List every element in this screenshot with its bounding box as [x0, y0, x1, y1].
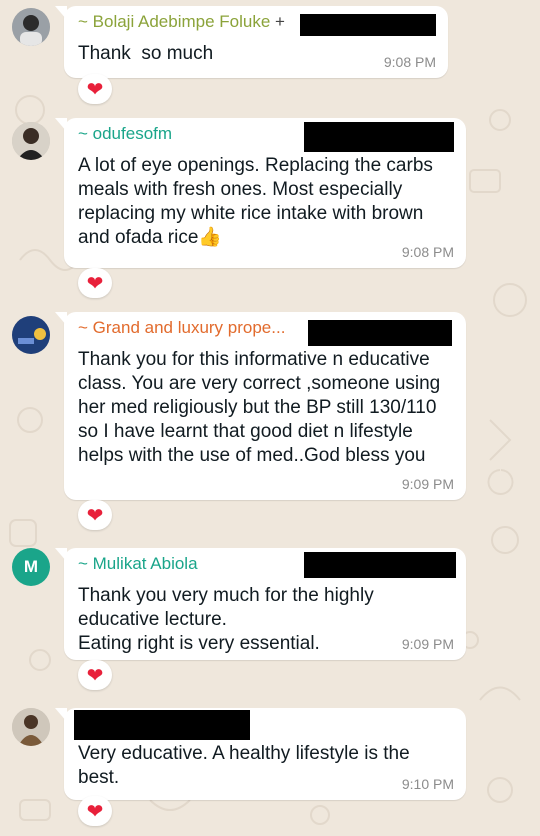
sender-avatar[interactable]: M	[12, 548, 50, 586]
message-item[interactable]: ~ odufesofm A lot of eye openings. Repla…	[0, 110, 540, 300]
sender-name[interactable]: ~ Mulikat Abiola	[78, 554, 198, 574]
message-timestamp: 9:10 PM	[401, 776, 454, 792]
heart-icon: ❤	[86, 504, 104, 527]
message-text: Thank you very much for the highly educa…	[78, 585, 374, 654]
heart-reaction[interactable]: ❤	[78, 74, 112, 104]
redacted-phone-number	[304, 552, 456, 578]
heart-icon: ❤	[86, 272, 104, 295]
heart-reaction[interactable]: ❤	[78, 500, 112, 530]
heart-reaction[interactable]: ❤	[78, 796, 112, 826]
heart-icon: ❤	[86, 800, 104, 823]
message-timestamp: 9:09 PM	[401, 636, 454, 652]
message-text: Very educative. A healthy lifestyle is t…	[78, 743, 415, 788]
message-item[interactable]: ~ Bolaji Adebimpe Foluke + Thank so much…	[0, 0, 540, 110]
redacted-phone-number	[308, 320, 452, 346]
message-item[interactable]: M ~ Mulikat Abiola Thank you very much f…	[0, 540, 540, 694]
redacted-phone-number	[300, 14, 436, 36]
redacted-sender-name	[74, 710, 250, 740]
redacted-phone-number	[304, 122, 454, 152]
message-bubble[interactable]: ~ Bolaji Adebimpe Foluke + Thank so much…	[55, 6, 448, 78]
message-bubble[interactable]: Very educative. A healthy lifestyle is t…	[55, 708, 466, 800]
sender-avatar[interactable]	[12, 708, 50, 746]
message-timestamp: 9:09 PM	[401, 476, 454, 492]
sender-name[interactable]: ~ odufesofm	[78, 124, 172, 144]
message-item[interactable]: ~ Grand and luxury prope... Thank you fo…	[0, 306, 540, 536]
sender-avatar[interactable]	[12, 122, 50, 160]
message-text: A lot of eye openings. Replacing the car…	[78, 155, 439, 248]
sender-avatar[interactable]	[12, 8, 50, 46]
heart-icon: ❤	[86, 664, 104, 687]
message-bubble[interactable]: ~ Grand and luxury prope... Thank you fo…	[55, 312, 466, 500]
heart-reaction[interactable]: ❤	[78, 660, 112, 690]
message-timestamp: 9:08 PM	[383, 54, 436, 70]
sender-avatar[interactable]	[12, 316, 50, 354]
heart-icon: ❤	[86, 78, 104, 101]
message-text: Thank so much	[78, 43, 214, 64]
message-bubble[interactable]: ~ Mulikat Abiola Thank you very much for…	[55, 548, 466, 660]
message-timestamp: 9:08 PM	[401, 244, 454, 260]
heart-reaction[interactable]: ❤	[78, 268, 112, 298]
message-text: Thank you for this informative n educati…	[78, 349, 447, 466]
sender-name[interactable]: ~ Bolaji Adebimpe Foluke +	[78, 12, 285, 32]
sender-name[interactable]: ~ Grand and luxury prope...	[78, 318, 285, 338]
message-item[interactable]: Very educative. A healthy lifestyle is t…	[0, 700, 540, 836]
message-bubble[interactable]: ~ odufesofm A lot of eye openings. Repla…	[55, 118, 466, 268]
